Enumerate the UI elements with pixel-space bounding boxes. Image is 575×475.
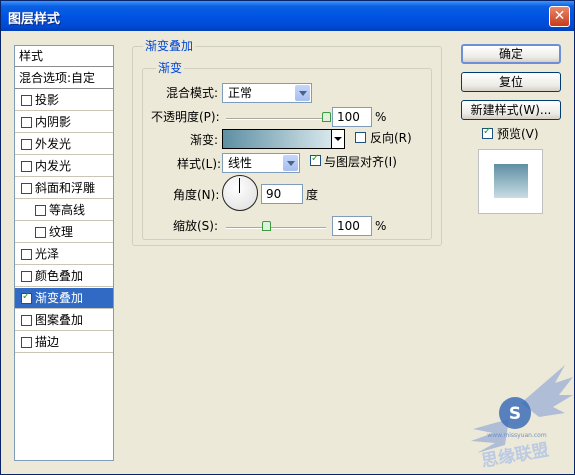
style-item-label: 纹理 xyxy=(49,225,74,239)
angle-dial[interactable] xyxy=(222,175,258,211)
blend-options-item[interactable]: 混合选项:自定 xyxy=(15,68,113,89)
style-item[interactable]: 渐变叠加 xyxy=(15,288,113,309)
layer-style-dialog: 图层样式 ✕ 样式 混合选项:自定 投影内阴影外发光内发光斜面和浮雕等高线纹理光… xyxy=(0,0,575,475)
group-title: 渐变叠加 xyxy=(143,39,196,53)
style-item[interactable]: 外发光 xyxy=(15,134,113,155)
style-item-checkbox[interactable] xyxy=(35,205,46,216)
ok-button[interactable]: 确定 xyxy=(461,44,561,64)
svg-text:S: S xyxy=(509,404,521,424)
new-style-button[interactable]: 新建样式(W)... xyxy=(461,100,561,120)
chevron-down-icon xyxy=(283,155,298,171)
style-item-label: 内阴影 xyxy=(35,115,72,129)
preview-swatch xyxy=(494,164,528,198)
caret-down-icon xyxy=(334,137,342,141)
style-item-checkbox[interactable] xyxy=(21,315,32,326)
style-item[interactable]: 描边 xyxy=(15,332,113,353)
scale-slider-thumb[interactable] xyxy=(262,221,271,231)
style-select[interactable]: 线性 xyxy=(222,153,300,173)
style-item-label: 斜面和浮雕 xyxy=(35,181,96,195)
align-with-layer-checkbox[interactable] xyxy=(310,153,321,166)
style-item[interactable]: 投影 xyxy=(15,90,113,111)
style-item-label: 描边 xyxy=(35,335,60,349)
preview-label[interactable]: 预览(V) xyxy=(497,126,539,142)
chevron-down-icon xyxy=(295,85,310,101)
angle-label: 角度(N): xyxy=(173,188,220,202)
angle-needle xyxy=(239,178,240,193)
style-item[interactable]: 内发光 xyxy=(15,156,113,177)
scale-slider-track[interactable] xyxy=(226,227,326,229)
watermark-logo: S www.missyuan.com 思缘联盟 xyxy=(471,365,573,471)
preview-checkbox[interactable] xyxy=(482,126,493,139)
style-item-checkbox[interactable] xyxy=(21,183,32,194)
styles-header-label: 样式 xyxy=(19,49,44,63)
opacity-label: 不透明度(P): xyxy=(151,110,220,124)
style-item-checkbox[interactable] xyxy=(21,291,32,304)
watermark-site: www.missyuan.com xyxy=(487,432,547,439)
angle-value: 90 xyxy=(266,187,282,201)
opacity-slider-track[interactable] xyxy=(226,118,326,120)
gradient-label: 渐变: xyxy=(190,133,219,147)
style-item-checkbox[interactable] xyxy=(21,161,32,172)
style-item-checkbox[interactable] xyxy=(21,139,32,150)
style-item[interactable]: 图案叠加 xyxy=(15,310,113,331)
style-item-checkbox[interactable] xyxy=(21,95,32,106)
style-preview xyxy=(478,149,543,214)
style-item-label: 外发光 xyxy=(35,137,72,151)
styles-header[interactable]: 样式 xyxy=(15,46,113,67)
reverse-checkbox[interactable] xyxy=(355,132,366,143)
style-item[interactable]: 内阴影 xyxy=(15,112,113,133)
style-item[interactable]: 光泽 xyxy=(15,244,113,265)
angle-input[interactable]: 90 xyxy=(261,184,303,204)
style-item-label: 颜色叠加 xyxy=(35,269,84,283)
scale-value: 100 xyxy=(337,219,360,233)
blend-mode-select[interactable]: 正常 xyxy=(222,83,312,103)
gradient-picker[interactable] xyxy=(222,129,345,149)
style-item-label: 等高线 xyxy=(49,203,86,217)
style-item[interactable]: 纹理 xyxy=(15,222,113,243)
style-item-label: 渐变叠加 xyxy=(35,291,84,305)
watermark-text: 思缘联盟 xyxy=(480,439,551,471)
title-bar[interactable]: 图层样式 ✕ xyxy=(1,1,574,31)
blend-options-label: 混合选项:自定 xyxy=(19,71,96,85)
opacity-input[interactable]: 100 xyxy=(332,107,372,127)
reverse-label[interactable]: 反向(R) xyxy=(370,130,412,146)
style-item[interactable]: 斜面和浮雕 xyxy=(15,178,113,199)
close-button[interactable]: ✕ xyxy=(549,6,570,27)
close-icon: ✕ xyxy=(553,8,566,24)
scale-input[interactable]: 100 xyxy=(332,216,372,236)
style-item[interactable]: 颜色叠加 xyxy=(15,266,113,287)
subgroup-title: 渐变 xyxy=(156,61,185,75)
opacity-slider-thumb[interactable] xyxy=(322,112,331,122)
styles-list: 样式 混合选项:自定 投影内阴影外发光内发光斜面和浮雕等高线纹理光泽颜色叠加渐变… xyxy=(14,45,114,461)
opacity-unit: % xyxy=(375,110,387,124)
scale-label: 缩放(S): xyxy=(173,219,219,233)
blend-mode-value: 正常 xyxy=(228,86,253,100)
style-value: 线性 xyxy=(228,156,253,170)
style-item-checkbox[interactable] xyxy=(35,227,46,238)
reset-button[interactable]: 复位 xyxy=(461,72,561,92)
align-with-layer-label[interactable]: 与图层对齐(I) xyxy=(324,154,397,170)
style-item-label: 投影 xyxy=(35,93,60,107)
window-title: 图层样式 xyxy=(8,12,61,27)
style-item-label: 光泽 xyxy=(35,247,60,261)
style-item-label: 内发光 xyxy=(35,159,72,173)
style-item-checkbox[interactable] xyxy=(21,249,32,260)
gradient-dropdown[interactable] xyxy=(331,130,344,148)
scale-unit: % xyxy=(375,219,387,233)
style-item[interactable]: 等高线 xyxy=(15,200,113,221)
style-item-checkbox[interactable] xyxy=(21,337,32,348)
style-label: 样式(L): xyxy=(177,157,222,171)
style-item-label: 图案叠加 xyxy=(35,313,84,327)
blend-mode-label: 混合模式: xyxy=(166,86,219,100)
opacity-value: 100 xyxy=(337,110,360,124)
style-item-checkbox[interactable] xyxy=(21,271,32,282)
style-item-checkbox[interactable] xyxy=(21,117,32,128)
angle-unit: 度 xyxy=(306,188,319,202)
